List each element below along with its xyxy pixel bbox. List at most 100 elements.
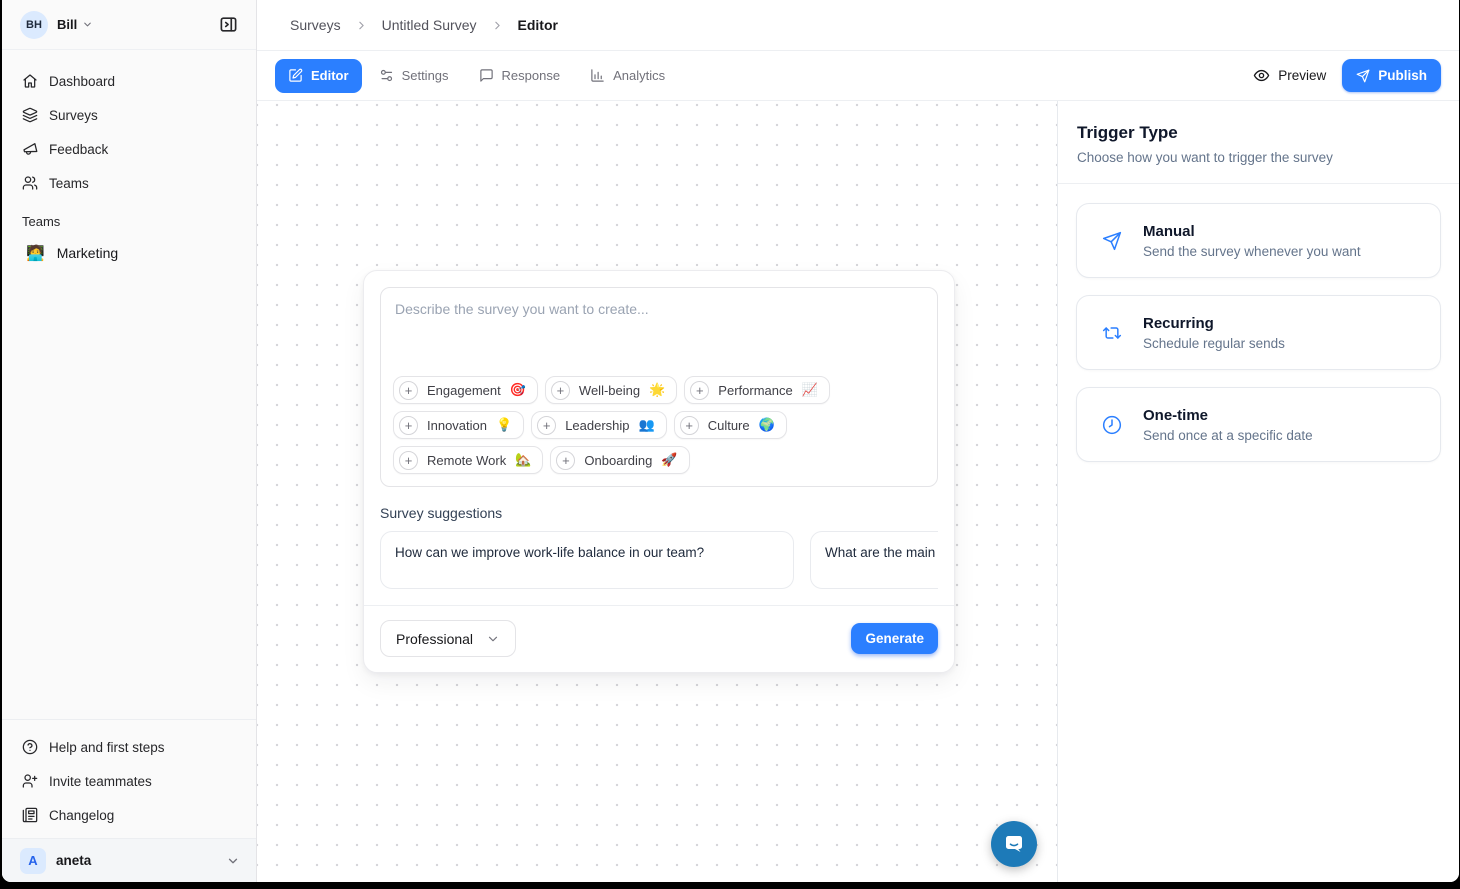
chip-label: Culture bbox=[708, 418, 750, 433]
trigger-option-text: One-time Send once at a specific date bbox=[1143, 407, 1313, 443]
sidebar-item-dashboard[interactable]: Dashboard bbox=[12, 64, 246, 98]
sidebar-item-invite[interactable]: Invite teammates bbox=[12, 764, 246, 798]
rocket-emoji-icon: 🚀 bbox=[661, 452, 677, 468]
tab-bar: Editor Settings Response Analytics bbox=[257, 51, 1459, 101]
eye-icon bbox=[1253, 67, 1270, 84]
sidebar-item-surveys[interactable]: Surveys bbox=[12, 98, 246, 132]
tone-select[interactable]: Professional bbox=[380, 620, 516, 657]
plus-icon: + bbox=[537, 416, 556, 435]
composer-footer: Professional Generate bbox=[364, 605, 954, 672]
chevron-down-icon bbox=[226, 854, 240, 868]
message-icon bbox=[479, 68, 494, 83]
sidebar-item-marketing[interactable]: 🧑‍💻 Marketing bbox=[12, 235, 246, 271]
preview-button[interactable]: Preview bbox=[1253, 67, 1326, 84]
editor-canvas[interactable]: Describe the survey you want to create..… bbox=[257, 101, 1057, 882]
users-icon bbox=[22, 175, 38, 191]
publish-button[interactable]: Publish bbox=[1342, 59, 1441, 92]
workspace-switcher[interactable]: BH Bill bbox=[2, 0, 256, 50]
generate-button[interactable]: Generate bbox=[851, 623, 938, 654]
tab-label: Editor bbox=[311, 68, 349, 83]
breadcrumb-editor: Editor bbox=[518, 17, 558, 33]
bar-chart-icon bbox=[590, 68, 605, 83]
trigger-type-panel: Trigger Type Choose how you want to trig… bbox=[1057, 101, 1459, 882]
tab-editor[interactable]: Editor bbox=[275, 59, 362, 93]
trigger-option-one-time[interactable]: One-time Send once at a specific date bbox=[1076, 387, 1441, 462]
topic-chip-remote-work[interactable]: + Remote Work 🏡 bbox=[393, 446, 543, 474]
sidebar-item-teams[interactable]: Teams bbox=[12, 166, 246, 200]
topic-chip-engagement[interactable]: + Engagement 🎯 bbox=[393, 376, 538, 404]
workspace-avatar: BH bbox=[20, 11, 48, 39]
tab-settings[interactable]: Settings bbox=[366, 59, 462, 93]
chip-label: Leadership bbox=[565, 418, 629, 433]
chevron-right-icon bbox=[491, 19, 504, 32]
chip-label: Remote Work bbox=[427, 453, 506, 468]
tab-bar-actions: Preview Publish bbox=[1253, 59, 1441, 92]
home-icon bbox=[22, 73, 38, 89]
sidebar-item-help[interactable]: Help and first steps bbox=[12, 730, 246, 764]
suggestion-card[interactable]: What are the main ob bbox=[810, 531, 938, 589]
trigger-option-recurring[interactable]: Recurring Schedule regular sends bbox=[1076, 295, 1441, 370]
breadcrumb: Surveys Untitled Survey Editor bbox=[257, 0, 1459, 51]
survey-prompt-box[interactable]: Describe the survey you want to create..… bbox=[380, 287, 938, 487]
trigger-panel-header: Trigger Type Choose how you want to trig… bbox=[1058, 101, 1459, 184]
edit-icon bbox=[288, 68, 303, 83]
plus-icon: + bbox=[551, 381, 570, 400]
panel-title: Trigger Type bbox=[1077, 123, 1435, 143]
trigger-option-description: Send once at a specific date bbox=[1143, 428, 1313, 443]
house-emoji-icon: 🏡 bbox=[515, 452, 531, 468]
send-icon bbox=[1356, 69, 1370, 83]
topic-chip-onboarding[interactable]: + Onboarding 🚀 bbox=[550, 446, 689, 474]
plus-icon: + bbox=[399, 451, 418, 470]
topic-chip-well-being[interactable]: + Well-being 🌟 bbox=[545, 376, 677, 404]
trigger-option-manual[interactable]: Manual Send the survey whenever you want bbox=[1076, 203, 1441, 278]
trigger-option-description: Schedule regular sends bbox=[1143, 336, 1285, 351]
chart-emoji-icon: 📈 bbox=[802, 382, 818, 398]
clock-icon bbox=[1102, 415, 1122, 435]
account-avatar: A bbox=[20, 848, 46, 874]
topic-chip-leadership[interactable]: + Leadership 👥 bbox=[531, 411, 667, 439]
plus-icon: + bbox=[690, 381, 709, 400]
trigger-option-text: Recurring Schedule regular sends bbox=[1143, 315, 1285, 351]
breadcrumb-surveys[interactable]: Surveys bbox=[290, 17, 341, 33]
repeat-icon bbox=[1102, 323, 1122, 343]
trigger-option-title: Recurring bbox=[1143, 315, 1285, 332]
breadcrumb-untitled-survey[interactable]: Untitled Survey bbox=[382, 17, 477, 33]
suggestion-card[interactable]: How can we improve work-life balance in … bbox=[380, 531, 794, 589]
plus-icon: + bbox=[556, 451, 575, 470]
sidebar-item-feedback[interactable]: Feedback bbox=[12, 132, 246, 166]
tab-label: Response bbox=[502, 68, 561, 83]
sidebar-item-label: Dashboard bbox=[49, 74, 115, 89]
account-menu[interactable]: A aneta bbox=[2, 838, 256, 882]
panel-subtitle: Choose how you want to trigger the surve… bbox=[1077, 150, 1435, 165]
star-emoji-icon: 🌟 bbox=[649, 382, 665, 398]
plus-icon: + bbox=[399, 416, 418, 435]
sidebar-item-label: Changelog bbox=[49, 808, 114, 823]
content-area: Describe the survey you want to create..… bbox=[257, 101, 1459, 882]
user-plus-icon bbox=[22, 773, 38, 789]
layers-icon bbox=[22, 107, 38, 123]
chat-bubble-icon bbox=[1002, 832, 1026, 856]
topic-chip-innovation[interactable]: + Innovation 💡 bbox=[393, 411, 524, 439]
plus-icon: + bbox=[680, 416, 699, 435]
tab-response[interactable]: Response bbox=[466, 59, 574, 93]
chevron-down-icon bbox=[82, 19, 93, 30]
survey-prompt-input[interactable]: Describe the survey you want to create..… bbox=[381, 288, 937, 376]
publish-label: Publish bbox=[1378, 68, 1427, 83]
megaphone-icon bbox=[22, 141, 38, 157]
chip-label: Well-being bbox=[579, 383, 640, 398]
sidebar-item-label: Feedback bbox=[49, 142, 108, 157]
topic-chip-performance[interactable]: + Performance 📈 bbox=[684, 376, 830, 404]
teams-section-label: Teams bbox=[2, 200, 256, 235]
sidebar-collapse-button[interactable] bbox=[214, 11, 242, 39]
sidebar-item-label: Surveys bbox=[49, 108, 98, 123]
survey-composer-card: Describe the survey you want to create..… bbox=[363, 270, 955, 673]
topic-chip-culture[interactable]: + Culture 🌍 bbox=[674, 411, 787, 439]
sidebar-item-changelog[interactable]: Changelog bbox=[12, 798, 246, 832]
tab-label: Analytics bbox=[613, 68, 665, 83]
trigger-option-text: Manual Send the survey whenever you want bbox=[1143, 223, 1361, 259]
chip-label: Innovation bbox=[427, 418, 487, 433]
trigger-option-title: One-time bbox=[1143, 407, 1313, 424]
tab-analytics[interactable]: Analytics bbox=[577, 59, 678, 93]
chat-launcher-button[interactable] bbox=[991, 821, 1037, 867]
tab-label: Settings bbox=[402, 68, 449, 83]
